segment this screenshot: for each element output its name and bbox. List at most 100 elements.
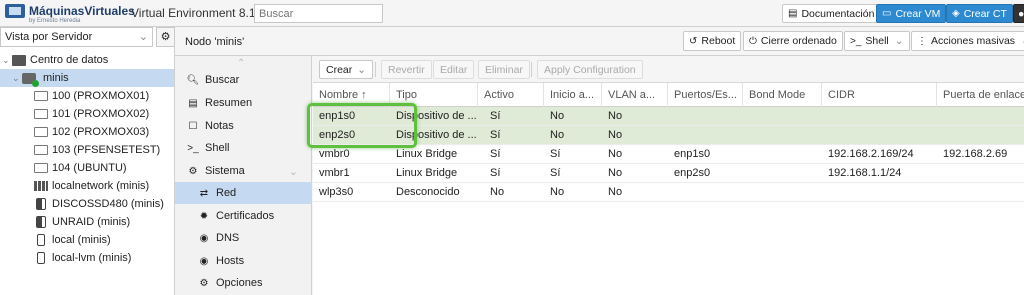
collapse-icon[interactable]: ⌄: [12, 73, 22, 84]
brand-sub: by Ernesto Heredia: [29, 18, 81, 24]
cell-name: wlp3s0: [319, 186, 354, 198]
column-header-vlan-aware[interactable]: VLAN a...: [602, 83, 668, 107]
cell-gateway: [937, 183, 1024, 202]
shutdown-button[interactable]: ⏻ Cierre ordenado: [743, 31, 843, 51]
tree-item-datacenter[interactable]: ⌄ Centro de datos: [0, 51, 174, 69]
cell-gateway: [937, 164, 1024, 183]
menu-item-dns[interactable]: ◉ DNS: [175, 227, 312, 249]
collapse-icon[interactable]: ⌄: [2, 55, 12, 66]
exchange-icon: ⇄: [199, 187, 209, 199]
revert-button[interactable]: Revertir: [381, 60, 432, 79]
menu-item-label: Shell: [205, 142, 230, 154]
tree-item-storage[interactable]: local (minis): [0, 231, 174, 249]
storage-icon: [37, 234, 45, 246]
table-row[interactable]: enp1s0 Dispositivo de ... Sí No No: [313, 107, 1024, 126]
network-toolbar: Crear ⌄ Revertir Editar Eliminar Apply C…: [313, 56, 1024, 83]
tree-item-vm[interactable]: 100 (PROXMOX01): [0, 87, 174, 105]
table-row[interactable]: wlp3s0 Desconocido No No No: [313, 183, 1024, 202]
menu-item-label: Opciones: [216, 277, 263, 289]
terminal-icon: >_: [850, 35, 862, 47]
gear-icon: ⚙: [160, 31, 171, 43]
column-header-ports-slaves[interactable]: Puertos/Es...: [668, 83, 743, 107]
cell-type: Dispositivo de ...: [396, 129, 477, 141]
column-header-gateway[interactable]: Puerta de enlace: [937, 83, 1024, 107]
create-ct-button[interactable]: ◈ Crear CT: [946, 4, 1013, 23]
tree-item-vm[interactable]: 103 (PFSENSETEST): [0, 141, 174, 159]
column-header-type[interactable]: Tipo: [390, 83, 478, 107]
cell-gateway: [937, 107, 1024, 126]
tree-item-label: 102 (PROXMOX03): [52, 126, 150, 138]
menu-item-notes[interactable]: ☐ Notas: [175, 115, 312, 137]
column-header-bond-mode[interactable]: Bond Mode: [743, 83, 822, 107]
tree-item-vm[interactable]: 102 (PROXMOX03): [0, 123, 174, 141]
search-icon: 🔍︎: [186, 74, 200, 86]
tree-item-vm[interactable]: 104 (UBUNTU): [0, 159, 174, 177]
cell-cidr: 192.168.1.1/24: [828, 167, 902, 179]
certificate-icon: ✹: [199, 210, 209, 222]
menu-item-network[interactable]: ⇄ Red: [175, 182, 312, 204]
cell-ports: enp2s0: [674, 167, 711, 179]
search-input[interactable]: [254, 4, 383, 23]
menu-item-options[interactable]: ⚙ Opciones: [175, 272, 312, 294]
menu-item-summary[interactable]: ▤ Resumen: [175, 92, 312, 114]
tree-item-vm[interactable]: 101 (PROXMOX02): [0, 105, 174, 123]
node-toolbar: Nodo 'minis' ↺ Reboot ⏻ Cierre ordenado …: [175, 27, 1024, 56]
desktop-icon: ▭: [882, 8, 892, 19]
cell-type: Linux Bridge: [396, 148, 458, 160]
ellipsis-vertical-icon: ⋮: [917, 35, 927, 47]
tree-item-node-minis[interactable]: ⌄ minis: [0, 69, 174, 87]
tree-item-storage[interactable]: UNRAID (minis): [0, 213, 174, 231]
menu-item-label: Certificados: [216, 210, 275, 222]
tree-settings-button[interactable]: ⚙: [156, 27, 175, 47]
tree-item-label: UNRAID (minis): [52, 216, 131, 228]
logo-icon: [5, 4, 25, 18]
cell-name: vmbr0: [319, 148, 350, 160]
cell-cidr: [822, 126, 937, 145]
cell-autostart: Sí: [550, 148, 561, 160]
tree-item-storage[interactable]: local-lvm (minis): [0, 249, 174, 267]
table-row[interactable]: vmbr0 Linux Bridge Sí Sí No enp1s0 192.1…: [313, 145, 1024, 164]
create-vm-button[interactable]: ▭ Crear VM: [876, 4, 947, 23]
shell-button[interactable]: >_ Shell ⌄: [844, 31, 910, 51]
chevron-down-icon: ⌄: [288, 165, 298, 178]
menu-item-hosts[interactable]: ◉ Hosts: [175, 250, 312, 272]
view-selector[interactable]: Vista por Servidor ⌄: [0, 27, 153, 47]
menu-item-system[interactable]: ⚙ Sistema ⌄: [175, 160, 312, 182]
create-button[interactable]: Crear ⌄: [319, 60, 374, 79]
menu-item-certificates[interactable]: ✹ Certificados: [175, 205, 312, 227]
shell-label: Shell: [865, 35, 889, 47]
menu-item-search[interactable]: 🔍︎ Buscar: [175, 69, 312, 91]
storage-icon: [37, 252, 45, 264]
cell-cidr: 192.168.2.169/24: [828, 148, 914, 160]
tree-item-label: local-lvm (minis): [52, 252, 132, 264]
bulk-actions-button[interactable]: ⋮ Acciones masivas ⌄: [911, 31, 1024, 51]
column-header-name[interactable]: Nombre ↑: [313, 83, 390, 107]
cube-icon: ◈: [952, 8, 960, 19]
apply-configuration-button[interactable]: Apply Configuration: [537, 60, 643, 79]
version-label: Virtual Environment 8.1.3: [131, 6, 266, 20]
column-header-active[interactable]: Activo: [478, 83, 544, 107]
menu-item-shell[interactable]: >_ Shell: [175, 137, 312, 159]
reboot-button[interactable]: ↺ Reboot: [683, 31, 742, 51]
table-row[interactable]: vmbr1 Linux Bridge Sí Sí No enp2s0 192.1…: [313, 164, 1024, 183]
chevron-up-icon[interactable]: ⌃: [237, 58, 245, 69]
tree-item-network[interactable]: localnetwork (minis): [0, 177, 174, 195]
edit-button[interactable]: Editar: [433, 60, 475, 79]
node-menu: ⌃ 🔍︎ Buscar ▤ Resumen ☐ Notas >_ Shell ⚙…: [175, 56, 312, 295]
gears-icon: ⚙: [188, 165, 198, 177]
tree-item-storage[interactable]: DISCOSSD480 (minis): [0, 195, 174, 213]
note-icon: ☐: [188, 120, 198, 132]
undo-icon: ↺: [689, 35, 698, 47]
cell-gateway: 192.168.2.69: [943, 148, 1008, 160]
shutdown-label: Cierre ordenado: [760, 35, 837, 47]
user-button[interactable]: ●: [1013, 4, 1024, 23]
globe-icon: ◉: [199, 232, 209, 244]
column-header-autostart[interactable]: Inicio a...: [544, 83, 602, 107]
tree-item-label: 104 (UBUNTU): [52, 162, 127, 174]
column-header-cidr[interactable]: CIDR: [822, 83, 937, 107]
remove-button[interactable]: Eliminar: [478, 60, 530, 79]
table-row[interactable]: enp2s0 Dispositivo de ... Sí No No: [313, 126, 1024, 145]
documentation-button[interactable]: ▤ Documentación: [782, 4, 881, 23]
bulk-actions-label: Acciones masivas: [931, 35, 1016, 47]
toolbar-divider: [375, 62, 376, 77]
